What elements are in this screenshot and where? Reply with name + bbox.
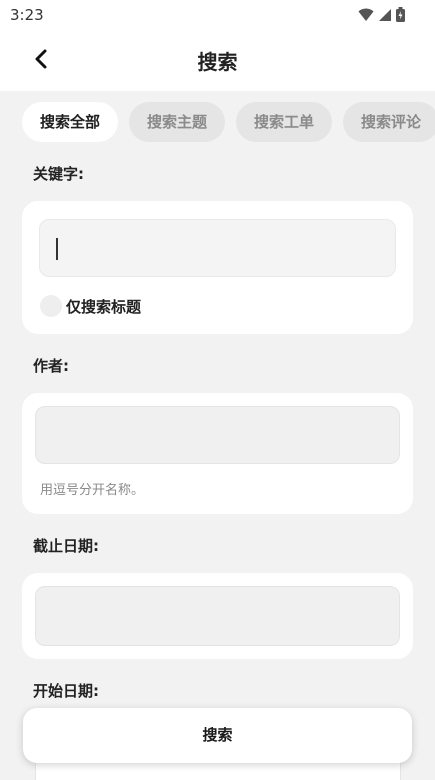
tab-search-topics[interactable]: 搜索主题	[129, 102, 226, 142]
author-hint: 用逗号分开名称。	[40, 483, 145, 498]
text-caret	[56, 238, 58, 260]
title-only-checkbox[interactable]	[40, 295, 62, 317]
page-title: 搜索	[197, 50, 238, 74]
status-time: 3:23	[10, 6, 44, 24]
app-bar: 搜索	[0, 30, 435, 91]
keyword-input[interactable]	[39, 219, 396, 277]
status-icons	[358, 7, 405, 26]
start-date-label: 开始日期:	[33, 682, 99, 700]
author-label: 作者:	[33, 357, 69, 375]
end-date-card	[22, 573, 413, 659]
status-bar: 3:23	[0, 0, 435, 30]
signal-icon	[378, 7, 392, 26]
search-scope-tabs: 搜索全部 搜索主题 搜索工单 搜索评论	[0, 102, 435, 144]
title-only-label: 仅搜索标题	[66, 297, 142, 316]
tab-search-all[interactable]: 搜索全部	[22, 102, 119, 142]
keyword-card: 仅搜索标题	[22, 201, 413, 334]
keyword-label: 关键字:	[33, 165, 84, 183]
tab-search-comments[interactable]: 搜索评论	[343, 102, 435, 142]
author-input[interactable]	[35, 406, 400, 464]
wifi-icon	[358, 7, 374, 26]
end-date-label: 截止日期:	[33, 537, 99, 555]
title-only-toggle[interactable]: 仅搜索标题	[40, 295, 141, 317]
search-button[interactable]: 搜索	[23, 708, 412, 763]
end-date-input[interactable]	[35, 586, 400, 646]
author-card: 用逗号分开名称。	[22, 393, 413, 514]
tab-search-tickets[interactable]: 搜索工单	[236, 102, 333, 142]
battery-icon	[396, 7, 405, 26]
